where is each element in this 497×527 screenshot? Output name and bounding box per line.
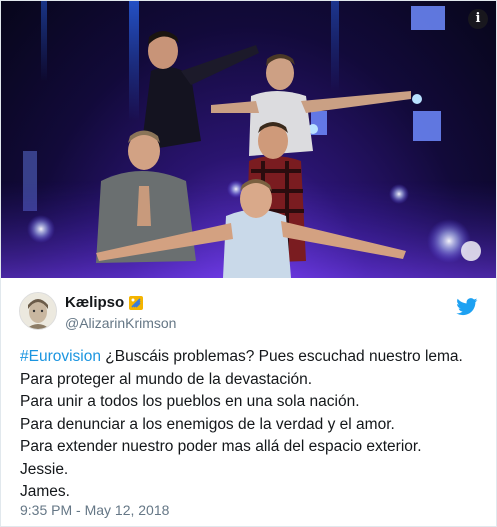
wind-chime-emoji-icon	[129, 295, 144, 310]
tweet-media-image[interactable]: i	[1, 1, 496, 278]
info-icon[interactable]: i	[468, 9, 488, 29]
tweet-text: #Eurovision ¿Buscáis problemas? Pues esc…	[20, 346, 490, 504]
tweet-line-rest: ¿Buscáis problemas? Pues escuchad nuestr…	[101, 348, 463, 365]
tweet-line: James.	[20, 483, 70, 500]
tweet-card: i Kælipso @AlizarinKrimson #Eurovision ¿…	[0, 0, 497, 527]
author-display-name[interactable]: Kælipso	[65, 294, 124, 311]
twitter-bird-icon[interactable]	[456, 298, 478, 316]
tweet-line: Jessie.	[20, 460, 69, 478]
tweet-header: Kælipso @AlizarinKrimson	[1, 278, 496, 348]
tweet-line: #Eurovision ¿Buscáis problemas? Pues esc…	[20, 346, 490, 369]
tweet-line: Para proteger al mundo de la devastación…	[20, 370, 313, 388]
author-name-row: Kælipso	[65, 294, 144, 311]
stage-photo	[1, 1, 496, 278]
avatar[interactable]	[19, 292, 57, 330]
tweet-timestamp[interactable]: 9:35 PM - May 12, 2018	[20, 502, 169, 518]
tweet-line: Para unir a todos los pueblos en una sol…	[20, 393, 360, 410]
hashtag-link[interactable]: #Eurovision	[20, 348, 101, 365]
tweet-line: Para extender nuestro poder mas allá del…	[20, 438, 422, 455]
avatar-image	[20, 293, 56, 329]
tweet-line: Para denunciar a los enemigos de la verd…	[20, 415, 395, 433]
author-handle[interactable]: @AlizarinKrimson	[65, 315, 176, 331]
